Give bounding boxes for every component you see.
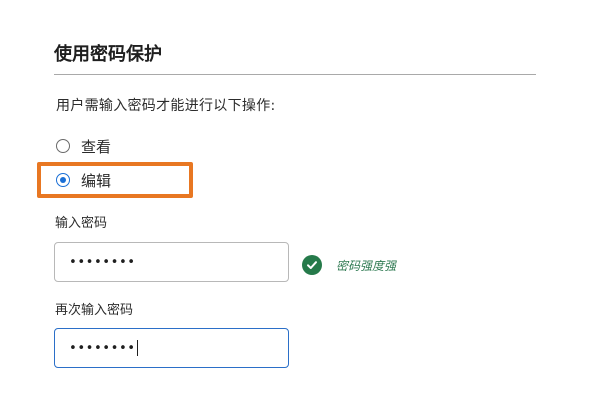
confirm-password-input[interactable]: ••••••••	[54, 328, 289, 368]
radio-option-edit[interactable]: 编辑	[56, 169, 111, 191]
password-masked-value: ••••••••	[69, 254, 136, 270]
view-radio-label[interactable]: 查看	[81, 136, 111, 157]
password-input[interactable]: ••••••••	[54, 242, 289, 282]
text-cursor	[136, 340, 139, 356]
check-circle-icon	[302, 255, 322, 275]
instruction-text: 用户需输入密码才能进行以下操作:	[56, 98, 276, 114]
edit-radio-button[interactable]	[56, 173, 70, 187]
password-strength-text: 密码强度强	[336, 258, 397, 273]
password-protection-panel: 使用密码保护 用户需输入密码才能进行以下操作: 查看 编辑 输入密码 •••••…	[0, 0, 614, 400]
password-label: 输入密码	[55, 216, 108, 231]
title-divider	[54, 74, 536, 75]
edit-radio-label[interactable]: 编辑	[81, 170, 111, 191]
confirm-password-label: 再次输入密码	[55, 303, 134, 318]
view-radio-button[interactable]	[56, 139, 70, 153]
confirm-password-masked-value: ••••••••	[69, 340, 136, 356]
password-strength-indicator: 密码强度强	[302, 255, 396, 275]
radio-option-view[interactable]: 查看	[56, 135, 111, 157]
section-title: 使用密码保护	[54, 44, 162, 65]
